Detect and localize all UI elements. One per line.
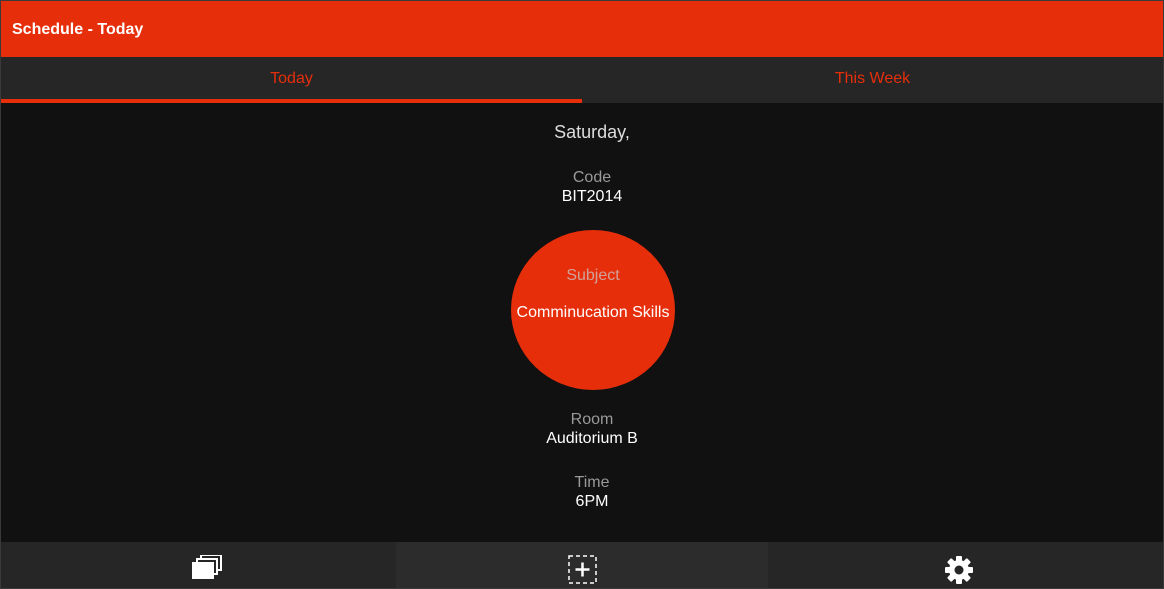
gear-icon [945,556,973,584]
time-value: 6PM [575,493,609,510]
add-button[interactable] [396,542,768,588]
page-title: Schedule - Today [12,21,144,38]
subject-value: Comminucation Skills [516,304,670,321]
room-value: Auditorium B [546,430,638,447]
code-value: BIT2014 [561,188,623,205]
subject-circle: Subject Comminucation Skills [511,230,675,390]
day-heading: Saturday, [554,122,630,142]
tab-this-week[interactable]: This Week [582,57,1163,103]
code-label: Code [572,169,612,186]
settings-button[interactable] [768,542,1163,588]
room-field: Room Auditorium B [1,411,1163,448]
schedule-panel: Saturday, Code BIT2014 Subject Comminuca… [1,103,1163,542]
app-window: Schedule - Today Today This Week Saturda… [0,0,1164,589]
subject-label: Subject [566,267,620,284]
add-box-icon [568,555,597,584]
code-field: Code BIT2014 [1,169,1163,206]
tab-today[interactable]: Today [1,57,582,103]
bottom-app-bar [1,542,1163,588]
tab-bar: Today This Week [1,57,1163,103]
title-bar: Schedule - Today [1,1,1163,57]
time-label: Time [574,474,610,491]
view-all-button[interactable] [1,542,396,588]
time-field: Time 6PM [1,474,1163,511]
stacked-cards-icon [192,555,222,579]
room-label: Room [570,411,614,428]
